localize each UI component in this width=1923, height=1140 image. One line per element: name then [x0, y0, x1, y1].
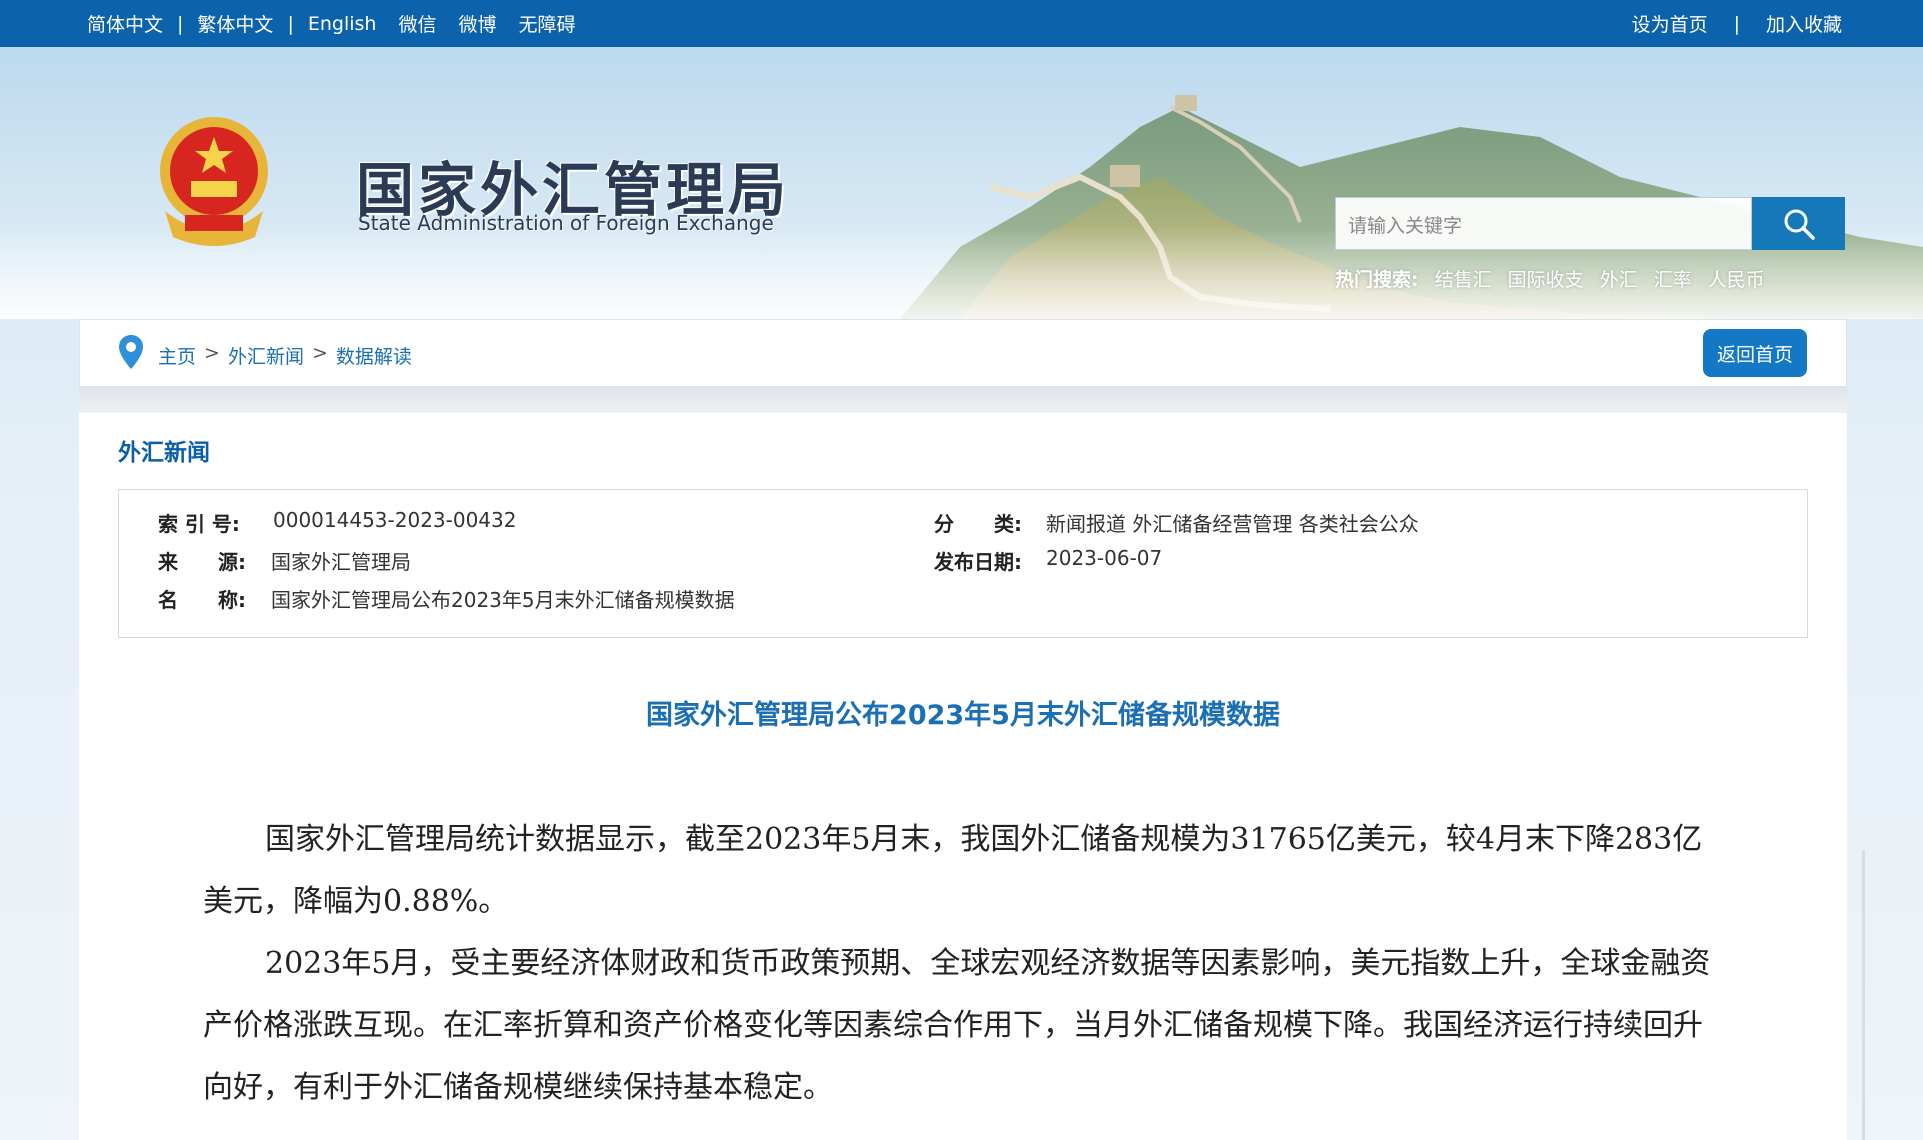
section-title: 外汇新闻 — [118, 440, 210, 466]
main-content: 外汇新闻 索 引 号: 000014453-2023-00432 分 类: 新闻… — [79, 413, 1847, 1140]
link-set-homepage[interactable]: 设为首页 — [1632, 10, 1708, 37]
link-simplified-chinese[interactable]: 简体中文 — [87, 10, 163, 37]
meta-label: 分 类: — [934, 512, 1022, 536]
breadcrumb-news[interactable]: 外汇新闻 — [228, 342, 304, 369]
meta-label: 名 称: — [158, 588, 246, 612]
link-weibo[interactable]: 微博 — [458, 10, 496, 37]
hot-term[interactable]: 人民币 — [1708, 265, 1765, 292]
location-pin-icon — [119, 335, 143, 369]
hot-search: 热门搜索: 结售汇 国际收支 外汇 汇率 人民币 — [1335, 265, 1765, 292]
meta-row-index: 索 引 号: 000014453-2023-00432 — [158, 508, 516, 537]
meta-label: 发布日期: — [934, 550, 1022, 574]
meta-value: 国家外汇管理局公布2023年5月末外汇储备规模数据 — [271, 588, 735, 612]
separator: | — [177, 12, 184, 35]
site-subtitle: State Administration of Foreign Exchange — [358, 211, 774, 235]
link-wechat[interactable]: 微信 — [398, 10, 436, 37]
meta-row-name: 名 称: 国家外汇管理局公布2023年5月末外汇储备规模数据 — [158, 584, 735, 613]
article-meta-table: 索 引 号: 000014453-2023-00432 分 类: 新闻报道 外汇… — [118, 489, 1808, 638]
search-icon — [1784, 209, 1815, 240]
meta-value: 国家外汇管理局 — [271, 550, 411, 574]
hot-term[interactable]: 外汇 — [1600, 265, 1638, 292]
meta-label: 索 引 号: — [158, 512, 240, 536]
link-english[interactable]: English — [308, 13, 377, 35]
meta-value: 000014453-2023-00432 — [273, 508, 517, 532]
meta-value: 新闻报道 外汇储备经营管理 各类社会公众 — [1046, 512, 1419, 536]
top-bar-right-links: 设为首页 | 加入收藏 — [1632, 0, 1842, 47]
divider — [79, 387, 1847, 413]
meta-row-category: 分 类: 新闻报道 外汇储备经营管理 各类社会公众 — [934, 508, 1419, 537]
meta-label: 来 源: — [158, 550, 246, 574]
meta-row-date: 发布日期: 2023-06-07 — [934, 546, 1162, 575]
article-paragraph: 国家外汇管理局统计数据显示，截至2023年5月末，我国外汇储备规模为31765亿… — [203, 822, 1703, 919]
hot-term[interactable]: 汇率 — [1654, 265, 1692, 292]
back-home-button[interactable]: 返回首页 — [1703, 329, 1807, 377]
breadcrumb-home[interactable]: 主页 — [158, 342, 196, 369]
meta-value: 2023-06-07 — [1046, 546, 1163, 570]
link-traditional-chinese[interactable]: 繁体中文 — [197, 10, 273, 37]
hot-term[interactable]: 国际收支 — [1508, 265, 1584, 292]
search-input[interactable]: 请输入关键字 — [1335, 197, 1752, 250]
separator: | — [287, 12, 294, 35]
hot-search-label: 热门搜索: — [1335, 269, 1419, 291]
meta-row-source: 来 源: 国家外汇管理局 — [158, 546, 411, 575]
hot-term[interactable]: 结售汇 — [1435, 265, 1492, 292]
search-button[interactable] — [1752, 197, 1845, 250]
article-paragraph: 2023年5月，受主要经济体财政和货币政策预期、全球宏观经济数据等因素影响，美元… — [203, 946, 1711, 1105]
national-emblem-icon — [160, 117, 268, 246]
top-bar: 简体中文 | 繁体中文 | English 微信 微博 无障碍 设为首页 | 加… — [0, 0, 1923, 47]
scrollbar[interactable] — [1862, 850, 1865, 1140]
breadcrumb-data-interpretation[interactable]: 数据解读 — [336, 342, 412, 369]
header-banner: 国家外汇管理局 State Administration of Foreign … — [0, 47, 1923, 319]
separator: | — [1733, 12, 1740, 35]
article-title: 国家外汇管理局公布2023年5月末外汇储备规模数据 — [646, 700, 1280, 731]
breadcrumb-arrow: > — [311, 342, 328, 364]
breadcrumb-arrow: > — [204, 342, 220, 364]
link-accessibility[interactable]: 无障碍 — [518, 10, 575, 37]
breadcrumb-bar: 主页 > 外汇新闻 > 数据解读 返回首页 — [79, 319, 1847, 387]
top-bar-left-links: 简体中文 | 繁体中文 | English 微信 微博 无障碍 — [87, 0, 576, 47]
breadcrumb: 主页 > 外汇新闻 > 数据解读 — [158, 342, 412, 369]
link-add-favorite[interactable]: 加入收藏 — [1766, 10, 1842, 37]
